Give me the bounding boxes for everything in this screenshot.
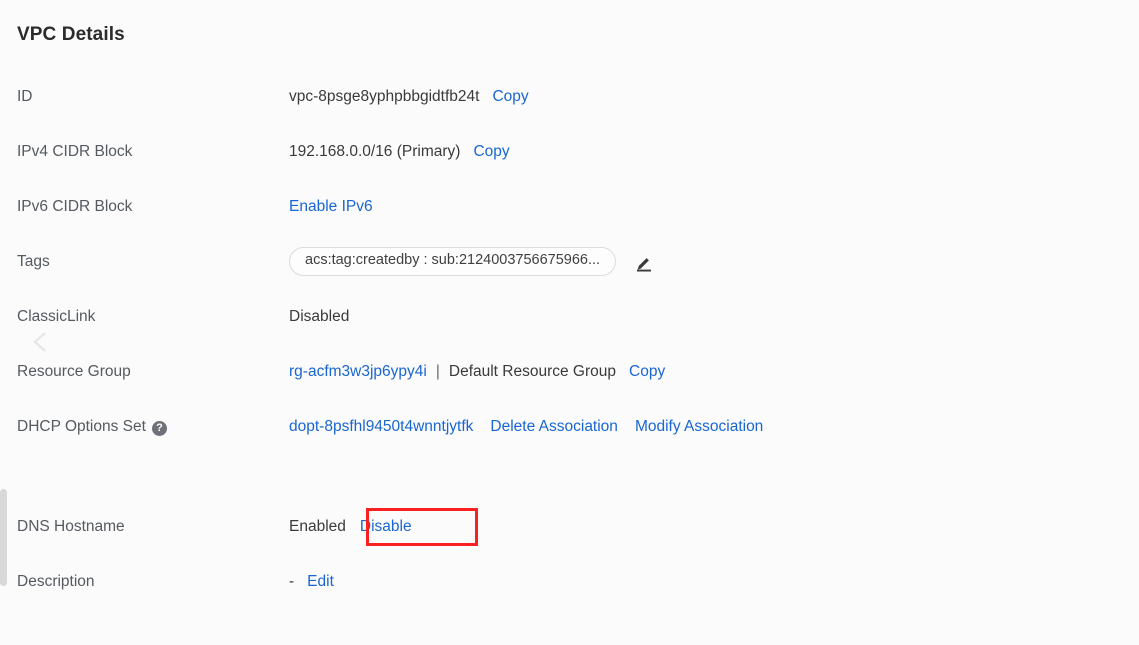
row-label-classiclink: ClassicLink [17,308,95,326]
detail-row-dns-hostname: DNS Hostname Enabled Disable [0,518,1139,573]
edit-pencil-icon[interactable] [634,253,654,273]
ipv4-cidr-value: 192.168.0.0/16 (Primary) [289,143,461,160]
chevron-left-icon[interactable] [30,330,52,354]
edit-description-link[interactable]: Edit [307,573,334,591]
dhcp-options-set-id-link[interactable]: dopt-8psfhl9450t4wnntjytfk [289,418,473,436]
label-text-ipv4-cidr: IPv4 CIDR Block [17,143,133,160]
label-text-tags: Tags [17,253,50,270]
row-label-dhcp-options-set: DHCP Options Set ? [17,418,167,436]
row-label-ipv6-cidr: IPv6 CIDR Block [17,198,132,216]
row-label-dns-hostname: DNS Hostname [17,518,125,536]
description-value: - [289,573,295,590]
modify-association-link[interactable]: Modify Association [635,418,763,436]
row-value-dhcp-options-set: dopt-8psfhl9450t4wnntjytfk Delete Associ… [289,418,763,436]
row-label-ipv4-cidr: IPv4 CIDR Block [17,143,132,161]
detail-row-id: ID vpc-8psge8yphpbbgidtfb24t Copy [0,88,1139,143]
row-value-ipv6-cidr: Enable IPv6 [289,198,373,216]
scrollbar-thumb[interactable] [0,489,7,586]
detail-row-tags: Tags acs:tag:createdby : sub:21240037566… [0,247,1139,308]
label-text-description: Description [17,573,95,590]
label-text-dns-hostname: DNS Hostname [17,518,125,535]
detail-row-ipv6-cidr: IPv6 CIDR Block Enable IPv6 [0,198,1139,253]
delete-association-link[interactable]: Delete Association [490,418,618,436]
detail-row-dhcp-options-set: DHCP Options Set ? dopt-8psfhl9450t4wnnt… [0,418,1139,473]
classiclink-value: Disabled [289,308,350,325]
label-text-ipv6-cidr: IPv6 CIDR Block [17,198,133,215]
help-icon[interactable]: ? [151,420,167,436]
row-label-description: Description [17,573,95,591]
page-title: VPC Details [17,24,125,45]
row-value-ipv4-cidr: 192.168.0.0/16 (Primary) Copy [289,143,510,161]
vpc-id-value: vpc-8psge8yphpbbgidtfb24t [289,88,480,105]
row-value-tags: acs:tag:createdby : sub:2124003756675966… [289,247,654,276]
dns-hostname-value: Enabled [289,518,346,535]
disable-dns-hostname-link[interactable]: Disable [360,518,412,536]
copy-resource-group-link[interactable]: Copy [629,363,665,381]
row-value-classiclink: Disabled [289,308,349,326]
copy-vpc-id-link[interactable]: Copy [492,88,528,106]
row-value-id: vpc-8psge8yphpbbgidtfb24t Copy [289,88,529,106]
label-text-id: ID [17,88,33,105]
detail-row-ipv4-cidr: IPv4 CIDR Block 192.168.0.0/16 (Primary)… [0,143,1139,198]
copy-ipv4-cidr-link[interactable]: Copy [473,143,509,161]
enable-ipv6-link[interactable]: Enable IPv6 [289,198,373,216]
label-text-classiclink: ClassicLink [17,308,96,325]
row-label-id: ID [17,88,33,106]
label-text-dhcp-options-set: DHCP Options Set [17,418,146,435]
row-value-resource-group: rg-acfm3w3jp6ypy4i | Default Resource Gr… [289,363,665,381]
resource-group-separator: | [435,363,440,380]
row-label-resource-group: Resource Group [17,363,131,381]
tag-chip[interactable]: acs:tag:createdby : sub:2124003756675966… [289,247,617,276]
row-value-description: - Edit [289,573,334,591]
row-value-dns-hostname: Enabled Disable [289,518,412,536]
resource-group-id-link[interactable]: rg-acfm3w3jp6ypy4i [289,363,427,381]
label-text-resource-group: Resource Group [17,363,131,380]
row-label-tags: Tags [17,253,50,271]
resource-group-name: Default Resource Group [448,363,617,380]
vpc-details-panel: VPC Details ID vpc-8psge8yphpbbgidtfb24t… [0,0,1139,645]
detail-row-classiclink: ClassicLink Disabled [0,308,1139,363]
detail-row-resource-group: Resource Group rg-acfm3w3jp6ypy4i | Defa… [0,363,1139,418]
details-list: ID vpc-8psge8yphpbbgidtfb24t Copy IPv4 C… [0,88,1139,628]
detail-row-description: Description - Edit [0,573,1139,628]
